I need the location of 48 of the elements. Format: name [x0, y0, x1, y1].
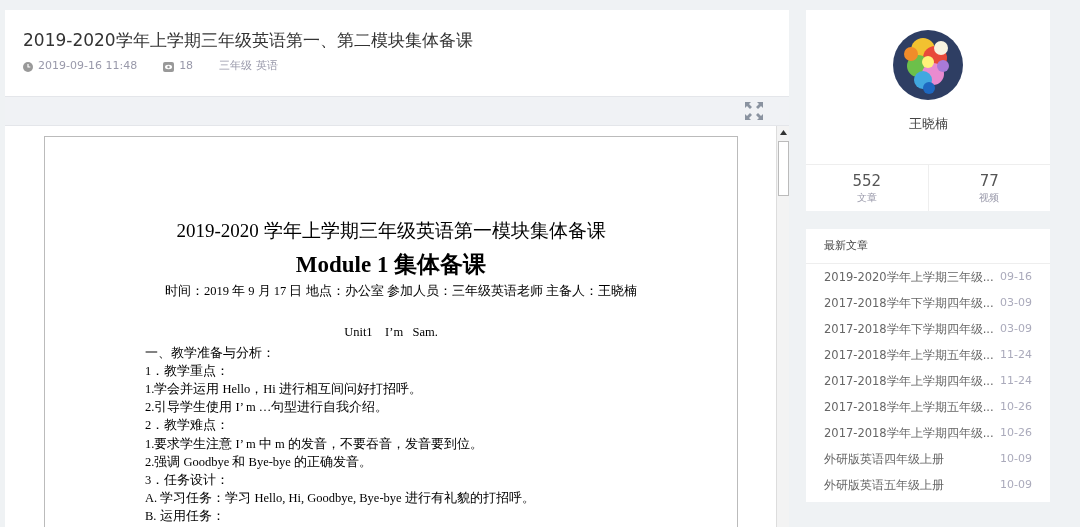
- document-line: B. 运用任务：: [145, 508, 226, 526]
- document-line: 2．教学难点：: [145, 417, 231, 435]
- article-date: 11-24: [1000, 347, 1032, 363]
- scroll-up-icon[interactable]: [779, 130, 787, 135]
- stat-value: 552: [851, 171, 883, 190]
- view-count: 18: [179, 58, 194, 75]
- document-line: 2.强调 Goodbye 和 Bye-bye 的正确发音。: [145, 453, 374, 471]
- article-tags: 三年级 英语: [219, 58, 278, 75]
- article-title: 2019-2020学年上学期三年级英语第一、第二模块集体备课: [23, 30, 474, 51]
- eye-icon: [163, 61, 175, 72]
- document-line: 1.要求学生注意 I’ m 中 m 的发音，不要吞音，发音要到位。: [145, 435, 484, 453]
- scrollbar[interactable]: [776, 126, 789, 527]
- article-date: 10-26: [1000, 399, 1032, 415]
- scroll-thumb[interactable]: [777, 141, 789, 196]
- article-link[interactable]: 2017-2018学年上学期四年级...: [824, 368, 994, 394]
- article-link[interactable]: 2017-2018学年下学期四年级...: [824, 316, 994, 342]
- article-link[interactable]: 2019-2020学年上学期三年级...: [824, 264, 994, 290]
- article-link[interactable]: 2017-2018学年下学期四年级...: [824, 290, 994, 316]
- article-link[interactable]: 外研版英语五年级上册: [824, 472, 944, 498]
- document-line: 1.学会并运用 Hello，Hi 进行相互间问好打招呼。: [145, 380, 423, 398]
- document-line: 3．任务设计：: [145, 471, 231, 489]
- document-title: 2019-2020 学年上学期三年级英语第一模块集体备课: [175, 219, 607, 243]
- document-line: 一、教学准备与分析：: [145, 344, 276, 362]
- article-date: 10-09: [1000, 451, 1032, 467]
- document-heading: Module 1 集体备课: [294, 250, 488, 279]
- article-date: 10-26: [1000, 425, 1032, 441]
- document-line: 2.引导学生使用 I’ m …句型进行自我介绍。: [145, 399, 390, 417]
- unit-title: Unit1 I’m Sam.: [343, 323, 439, 341]
- article-link[interactable]: 2017-2018学年上学期五年级...: [824, 342, 994, 368]
- article-date: 10-09: [1000, 477, 1032, 493]
- article-date: 03-09: [1000, 321, 1032, 337]
- clock-icon: [23, 61, 33, 72]
- section-title: 最新文章: [806, 228, 1050, 264]
- article-link[interactable]: 2017-2018学年上学期五年级...: [824, 394, 994, 420]
- article-date: 11-24: [1000, 373, 1032, 389]
- post-time: 2019-09-16 11:48: [38, 58, 138, 75]
- article-date: 09-16: [1000, 269, 1032, 285]
- article-date: 03-09: [1000, 295, 1032, 311]
- document-line: 1．教学重点：: [145, 362, 231, 380]
- document-line: A. 学习任务：学习 Hello, Hi, Goodbye, Bye-bye 进行有礼貌的打招呼。: [145, 490, 536, 508]
- stat-value: 77: [978, 171, 1000, 190]
- user-name: 王晓楠: [908, 115, 948, 133]
- article-link[interactable]: 外研版英语四年级上册: [824, 446, 944, 472]
- stat-label: 视频: [978, 190, 1001, 205]
- article-link[interactable]: 2017-2018学年上学期四年级...: [824, 420, 994, 446]
- stat-label: 文章: [855, 190, 878, 205]
- fullscreen-icon[interactable]: [745, 102, 763, 120]
- meeting-info: 时间：2019 年 9 月 17 日 地点：办公室 参加人员：三年级英语老师 主备人：王晓楠: [165, 283, 638, 300]
